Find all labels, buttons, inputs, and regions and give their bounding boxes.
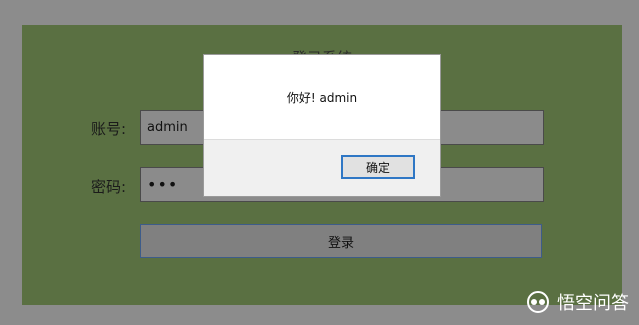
watermark: 悟空问答	[525, 289, 629, 315]
alert-dialog: 你好! admin 确定	[203, 54, 441, 197]
watermark-text: 悟空问答	[557, 293, 629, 314]
account-label: 账号:	[91, 120, 127, 138]
password-label: 密码:	[91, 178, 127, 196]
account-input-value: admin	[147, 120, 188, 135]
password-input-value: •••	[147, 175, 179, 194]
alert-footer: 确定	[204, 139, 440, 196]
login-button[interactable]: 登录	[140, 224, 542, 258]
wukong-logo-icon	[527, 291, 549, 313]
ok-button[interactable]: 确定	[341, 155, 415, 179]
alert-message: 你好! admin	[286, 90, 358, 105]
